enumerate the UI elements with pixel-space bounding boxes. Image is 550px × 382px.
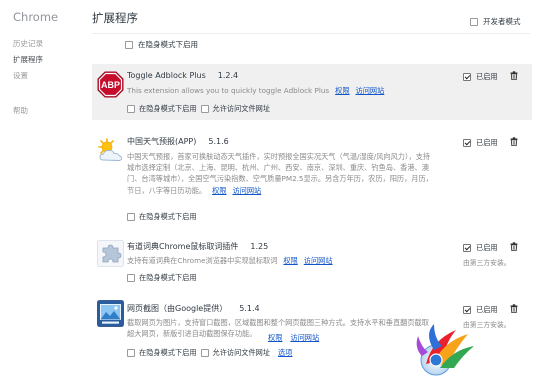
- incognito-label: 在隐身模式下启用: [139, 104, 197, 113]
- extension-item-weather: 中国天气预报(APP) 5.1.6 中国天气预报，首家可换肤动态天气插件，实时预报…: [92, 130, 532, 226]
- trash-icon[interactable]: [510, 137, 518, 146]
- incognito-checkbox[interactable]: [127, 213, 135, 221]
- extension-version: 1.2.4: [217, 71, 239, 80]
- extension-description: 中国天气预报，首家可换肤动态天气插件，实时预报全国实况天气（气温/湿度/风向风力…: [127, 152, 433, 195]
- visit-website-link[interactable]: 访问网站: [304, 256, 333, 265]
- extension-description: This extension allows you to quickly tog…: [127, 86, 385, 95]
- extension-name: Toggle Adblock Plus 1.2.4: [127, 71, 239, 80]
- incognito-label: 在隐身模式下启用: [139, 348, 197, 357]
- adblock-stop-icon: ABP: [97, 71, 124, 98]
- installed-by-third-party: 由第三方安装。: [463, 259, 511, 267]
- enabled-label: 已启用: [476, 138, 498, 147]
- extension-options: 在隐身模式下启用 允许访问文件网址: [127, 104, 270, 114]
- enable-toggle[interactable]: 已启用: [463, 305, 498, 315]
- incognito-checkbox[interactable]: [125, 40, 133, 49]
- screenshot-landscape-icon: [97, 300, 124, 327]
- extension-name: 中国天气预报(APP) 5.1.6: [127, 137, 229, 146]
- colorful-logo-watermark: [416, 324, 474, 376]
- chrome-brand: Chrome: [13, 10, 59, 24]
- extension-links: 权限 访问网站: [264, 333, 319, 343]
- extension-version: 5.1.4: [239, 304, 260, 313]
- visit-website-link[interactable]: 访问网站: [356, 86, 385, 95]
- developer-mode-toggle[interactable]: 开发者模式: [470, 16, 521, 27]
- enabled-label: 已启用: [476, 305, 498, 314]
- page-header: 扩展程序 开发者模式: [92, 0, 550, 34]
- developer-mode-label: 开发者模式: [483, 17, 521, 26]
- sidebar: Chrome 历史记录 扩展程序 设置 帮助: [0, 0, 78, 382]
- extension-item-adblock: ABP Toggle Adblock Plus 1.2.4 This extens…: [92, 64, 532, 120]
- sidebar-item-help[interactable]: 帮助: [13, 105, 28, 116]
- sidebar-item-extensions[interactable]: 扩展程序: [13, 54, 43, 65]
- developer-mode-checkbox[interactable]: [470, 17, 478, 26]
- file-access-checkbox[interactable]: [200, 349, 209, 357]
- enable-toggle[interactable]: 已启用: [463, 243, 498, 253]
- extension-name: 网页截图（由Google提供） 5.1.4: [127, 304, 260, 313]
- permissions-link[interactable]: 权限: [335, 86, 349, 95]
- extension-version: 5.1.6: [208, 137, 229, 146]
- permissions-link[interactable]: 权限: [212, 186, 226, 195]
- incognito-label: 在隐身模式下启用: [139, 212, 197, 221]
- svg-text:ABP: ABP: [101, 80, 120, 90]
- enable-toggle[interactable]: 已启用: [463, 138, 498, 148]
- sidebar-item-settings[interactable]: 设置: [13, 70, 28, 81]
- enable-toggle[interactable]: 已启用: [463, 72, 498, 82]
- permissions-link[interactable]: 权限: [268, 333, 282, 343]
- incognito-label: 在隐身模式下启用: [139, 273, 197, 282]
- file-access-label: 允许访问文件网址: [212, 104, 271, 113]
- enabled-checkbox[interactable]: [463, 73, 471, 81]
- incognito-label: 在隐身模式下启用: [138, 40, 198, 49]
- trash-icon[interactable]: [510, 242, 518, 251]
- incognito-checkbox[interactable]: [127, 105, 135, 113]
- weather-sun-cloud-icon: [98, 138, 123, 161]
- visit-website-link[interactable]: 访问网站: [290, 333, 319, 343]
- extension-options: 在隐身模式下启用: [127, 212, 197, 222]
- incognito-option[interactable]: 在隐身模式下启用: [125, 39, 198, 50]
- permissions-link[interactable]: 权限: [283, 256, 297, 265]
- enabled-checkbox[interactable]: [463, 244, 471, 252]
- extension-item-youdao: 有道词典Chrome鼠标取词插件 1.25 支持有道词典在Chrome浏览器中实现…: [92, 234, 532, 288]
- extension-version: 1.25: [250, 242, 269, 251]
- extension-options: 在隐身模式下启用 允许访问文件网址 选项: [127, 348, 292, 358]
- visit-website-link[interactable]: 访问网站: [232, 186, 261, 195]
- page-title: 扩展程序: [92, 11, 138, 25]
- sidebar-item-history[interactable]: 历史记录: [13, 38, 43, 49]
- file-access-checkbox[interactable]: [200, 105, 209, 113]
- enabled-label: 已启用: [476, 243, 498, 252]
- incognito-checkbox[interactable]: [127, 274, 135, 282]
- extension-description: 支持有道词典在Chrome浏览器中实现鼠标取词 权限 访问网站: [127, 256, 333, 265]
- enabled-checkbox[interactable]: [463, 306, 471, 314]
- enabled-checkbox[interactable]: [463, 139, 471, 147]
- puzzle-piece-icon: [97, 240, 124, 267]
- trash-icon[interactable]: [510, 304, 518, 313]
- options-link[interactable]: 选项: [278, 348, 292, 358]
- incognito-checkbox[interactable]: [127, 349, 135, 357]
- trash-icon[interactable]: [510, 71, 518, 80]
- extension-options: 在隐身模式下启用: [127, 273, 197, 283]
- header-divider: [92, 33, 530, 34]
- file-access-label: 允许访问文件网址: [212, 348, 271, 357]
- enabled-label: 已启用: [476, 72, 498, 81]
- extension-name: 有道词典Chrome鼠标取词插件 1.25: [127, 242, 269, 251]
